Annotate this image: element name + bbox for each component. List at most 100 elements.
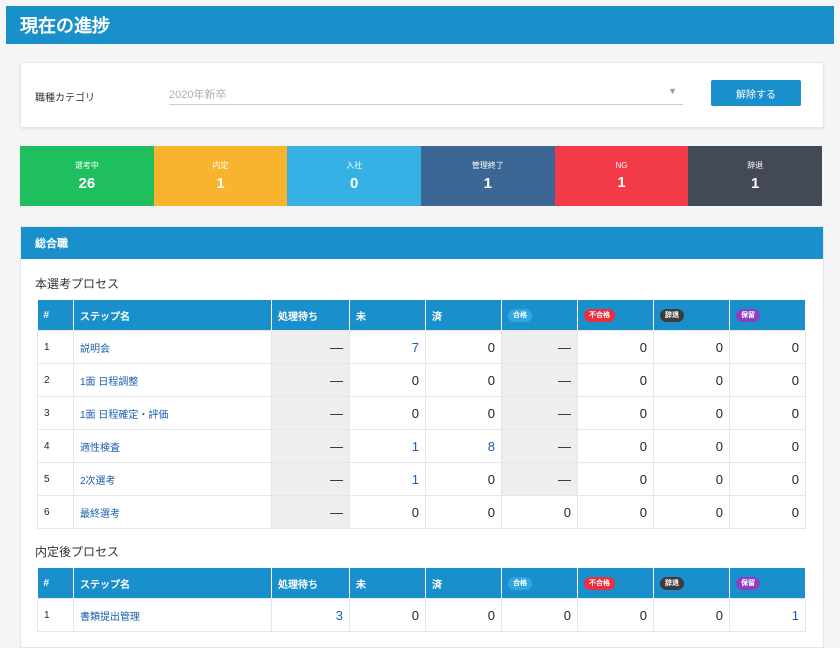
cell-undone: 0 (349, 396, 426, 430)
cell-pass: 0 (501, 598, 578, 632)
cell-waiting: — (271, 495, 350, 529)
cell-fail: 0 (577, 462, 654, 496)
cell-pass: — (501, 330, 578, 364)
decline-badge: 辞退 (660, 576, 684, 590)
chevron-down-icon: ▼ (668, 86, 677, 96)
stat-in-selection[interactable]: 選考中 26 (20, 146, 154, 206)
status-summary: 選考中 26 内定 1 入社 0 管理終了 1 NG 1 辞退 1 (20, 146, 823, 206)
stat-label: 内定 (212, 161, 229, 170)
row-num: 1 (37, 598, 74, 632)
cell-decline: 0 (653, 429, 730, 463)
col-header-num: # (37, 568, 74, 599)
cell-fail: 0 (577, 330, 654, 364)
row-num: 1 (37, 330, 74, 364)
cell-done: 0 (425, 495, 502, 529)
job-category-value: 2020年新卒 (169, 89, 227, 101)
cell-decline: 0 (653, 495, 730, 529)
cell-waiting[interactable]: 3 (271, 598, 350, 632)
col-header-fail: 不合格 (577, 300, 654, 331)
cell-waiting: — (271, 330, 350, 364)
cell-decline: 0 (653, 396, 730, 430)
cell-undone: 0 (349, 598, 426, 632)
pass-badge: 合格 (508, 308, 532, 322)
stat-ng[interactable]: NG 1 (554, 146, 689, 206)
cell-fail: 0 (577, 598, 654, 632)
card-title: 総合職 (35, 238, 68, 250)
row-num: 6 (37, 495, 74, 529)
cell-hold[interactable]: 1 (729, 598, 806, 632)
cell-fail: 0 (577, 429, 654, 463)
cell-done: 0 (425, 330, 502, 364)
step-name-link[interactable]: 適性検査 (73, 429, 272, 463)
col-header-waiting: 処理待ち (271, 568, 350, 599)
cell-waiting: — (271, 462, 350, 496)
step-name-link[interactable]: 1面 日程確定・評価 (73, 396, 272, 430)
cell-decline: 0 (653, 462, 730, 496)
stat-label: NG (615, 161, 628, 170)
section-title: 本選考プロセス (35, 277, 120, 291)
cell-undone[interactable]: 1 (349, 429, 426, 463)
cell-done[interactable]: 8 (425, 429, 502, 463)
stat-label: 管理終了 (471, 161, 504, 170)
cell-pass: — (501, 429, 578, 463)
job-category-label: 職種カテゴリ (35, 93, 95, 104)
cell-pass: — (501, 396, 578, 430)
cell-pass: — (501, 363, 578, 397)
table-row: 1 説明会 — 7 0 — 0 0 0 (37, 330, 806, 364)
table-row: 6 最終選考 — 0 0 0 0 0 0 (37, 495, 806, 529)
stat-joined[interactable]: 入社 0 (287, 146, 422, 206)
step-name-link[interactable]: 2次選考 (73, 462, 272, 496)
section-title: 内定後プロセス (35, 545, 120, 559)
cell-waiting: — (271, 363, 350, 397)
table-row: 4 適性検査 — 1 8 — 0 0 0 (37, 429, 806, 463)
cell-undone: 0 (349, 363, 426, 397)
col-header-hold: 保留 (729, 300, 806, 331)
cell-hold: 0 (729, 330, 806, 364)
col-header-done: 済 (425, 568, 502, 599)
job-progress-card: 総合職 本選考プロセス # ステップ名 処理待ち 未 済 合格 不合格 辞退 保… (20, 226, 824, 648)
table-header-row: # ステップ名 処理待ち 未 済 合格 不合格 辞退 保留 (37, 300, 806, 331)
step-name-link[interactable]: 書類提出管理 (73, 598, 272, 632)
stat-count: 1 (617, 174, 626, 191)
cell-pass: 0 (501, 495, 578, 529)
cell-done: 0 (425, 462, 502, 496)
stat-declined[interactable]: 辞退 1 (688, 146, 823, 206)
cell-undone: 0 (349, 495, 426, 529)
decline-badge: 辞退 (660, 308, 684, 322)
hold-badge: 保留 (736, 576, 760, 590)
page-header: 現在の進捗 (6, 6, 834, 44)
cell-done: 0 (425, 598, 502, 632)
page-title: 現在の進捗 (20, 16, 110, 36)
cell-undone[interactable]: 7 (349, 330, 426, 364)
stat-label: 辞退 (747, 161, 764, 170)
stat-offer[interactable]: 内定 1 (153, 146, 288, 206)
cell-waiting: — (271, 429, 350, 463)
stat-count: 26 (78, 175, 96, 192)
step-name-link[interactable]: 説明会 (73, 330, 272, 364)
col-header-decline: 辞退 (653, 300, 730, 331)
step-name-link[interactable]: 1面 日程調整 (73, 363, 272, 397)
col-header-undone: 未 (349, 300, 426, 331)
cell-hold: 0 (729, 462, 806, 496)
col-header-step-name: ステップ名 (73, 568, 272, 599)
pass-badge: 合格 (508, 576, 532, 590)
cell-hold: 0 (729, 363, 806, 397)
col-header-waiting: 処理待ち (271, 300, 350, 331)
cell-fail: 0 (577, 363, 654, 397)
step-name-link[interactable]: 最終選考 (73, 495, 272, 529)
cell-hold: 0 (729, 495, 806, 529)
col-header-num: # (37, 300, 74, 331)
table-row: 2 1面 日程調整 — 0 0 — 0 0 0 (37, 363, 806, 397)
cell-done: 0 (425, 363, 502, 397)
job-category-select[interactable]: 2020年新卒 ▼ (169, 83, 683, 105)
cell-decline: 0 (653, 330, 730, 364)
col-header-decline: 辞退 (653, 568, 730, 599)
clear-filter-button[interactable]: 解除する (711, 80, 801, 106)
col-header-fail: 不合格 (577, 568, 654, 599)
cell-undone[interactable]: 1 (349, 462, 426, 496)
table-row: 1 書類提出管理 3 0 0 0 0 0 1 (37, 598, 806, 632)
stat-management-ended[interactable]: 管理終了 1 (421, 146, 555, 206)
row-num: 5 (37, 462, 74, 496)
col-header-undone: 未 (349, 568, 426, 599)
card-header: 総合職 (21, 227, 823, 259)
